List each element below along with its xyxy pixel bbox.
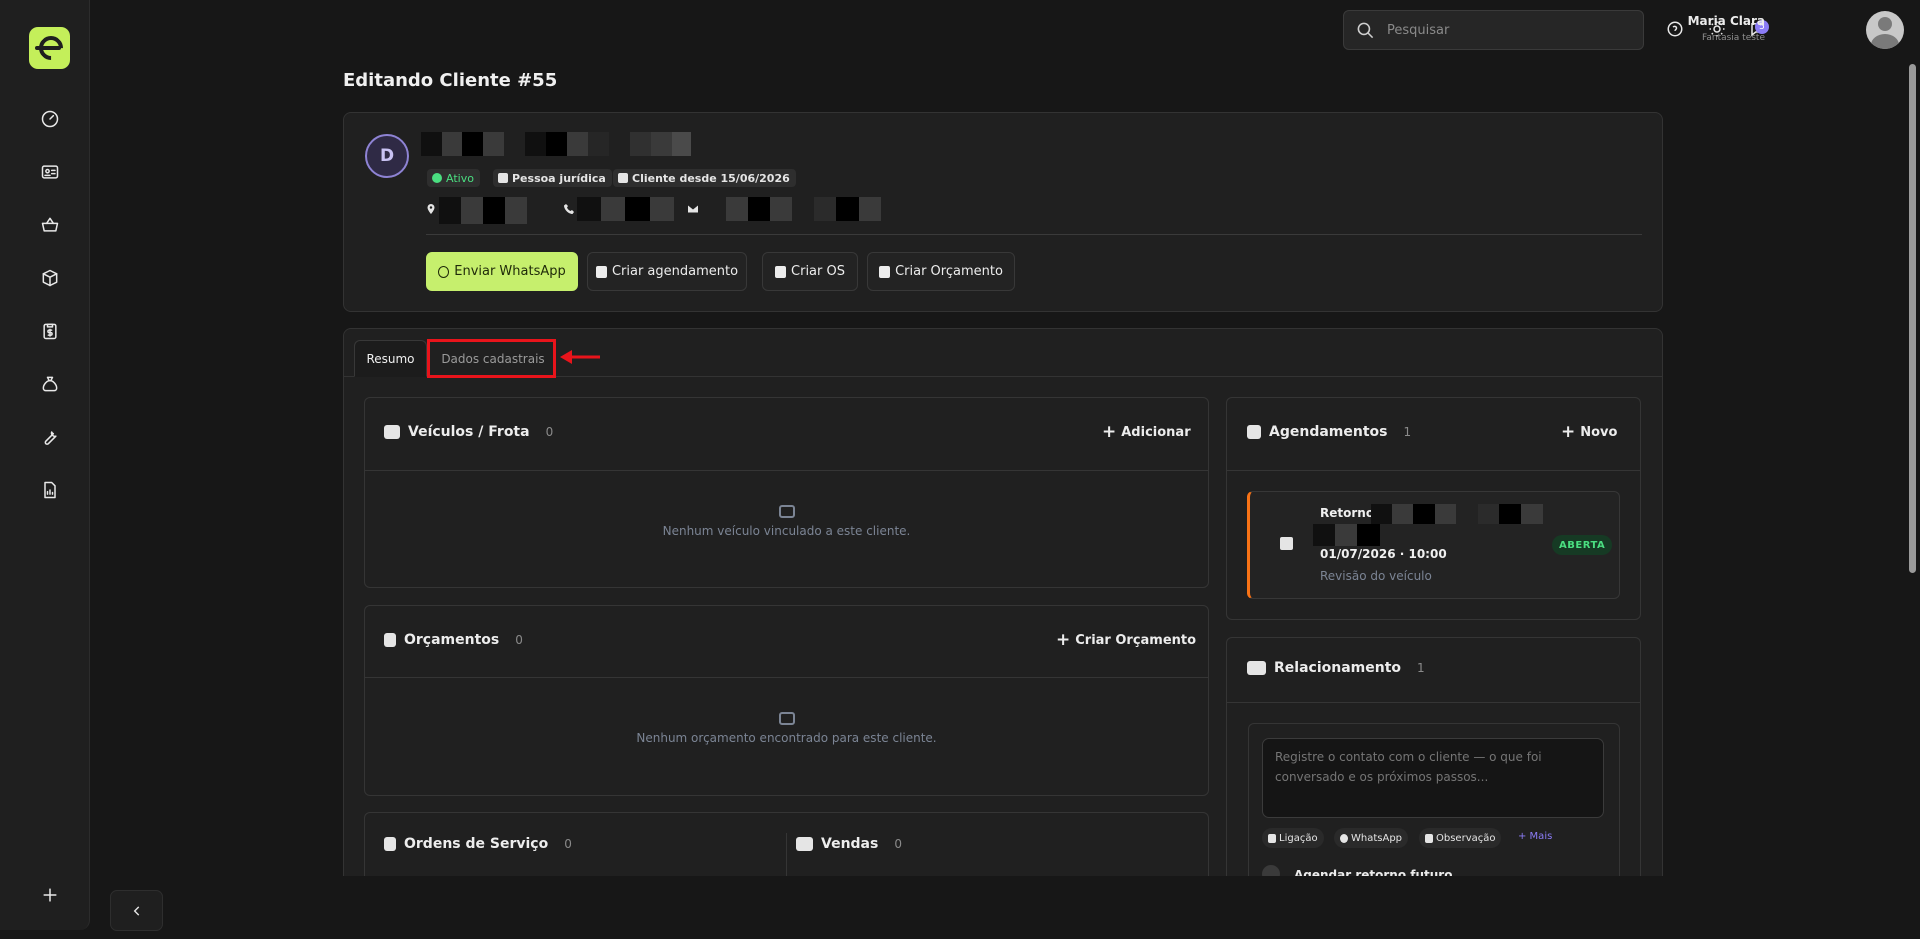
user-name[interactable]: Maria Clara — [1688, 14, 1765, 28]
clipboard-dollar-icon[interactable] — [36, 317, 64, 345]
calendar-plus-icon — [595, 265, 607, 278]
plus-icon: + — [1561, 422, 1576, 442]
appointments-header: Agendamentos 1 — [1247, 424, 1411, 440]
chevron-left-icon — [133, 905, 139, 916]
box-icon[interactable] — [36, 264, 64, 292]
whatsapp-icon — [1340, 833, 1348, 843]
clipboard-icon — [384, 837, 396, 851]
dashboard-icon[interactable] — [36, 105, 64, 133]
note-icon — [1425, 833, 1433, 843]
check-circle-icon — [432, 173, 442, 183]
document-icon — [498, 173, 508, 183]
appointment-status-badge: ABERTA — [1552, 535, 1613, 555]
more-contact-types-link[interactable]: + Mais — [1518, 831, 1552, 842]
help-icon[interactable] — [1665, 19, 1685, 39]
email-icon — [687, 200, 699, 213]
appointment-description: Revisão do veículo — [1320, 569, 1432, 583]
service-orders-header: Ordens de Serviço 0 — [384, 836, 572, 852]
clipboard-icon — [775, 265, 787, 278]
id-card-icon[interactable] — [36, 158, 64, 186]
vehicles-header: Veículos / Frota 0 — [384, 424, 553, 440]
user-company: Fantasia teste — [1702, 33, 1765, 43]
viewport-bottom-mask — [343, 876, 1663, 939]
panel-divider — [1227, 702, 1640, 703]
email-redacted — [704, 197, 881, 221]
phone-icon — [1268, 833, 1276, 843]
relationship-note-input[interactable] — [1262, 738, 1604, 818]
collapse-sidebar-button[interactable] — [110, 890, 163, 931]
calendar-icon — [1280, 537, 1293, 550]
plus-icon: + — [1102, 422, 1117, 442]
calendar-icon — [1247, 425, 1261, 439]
car-icon — [384, 425, 400, 439]
quotes-empty-state: Nenhum orçamento encontrado para este cl… — [365, 712, 1208, 745]
create-quote-link[interactable]: + Criar Orçamento — [1056, 632, 1196, 649]
divider — [426, 234, 1642, 235]
contact-type-ligacao[interactable]: Ligação — [1262, 828, 1324, 848]
relationship-header: Relacionamento 1 — [1247, 660, 1425, 676]
search-icon — [1357, 22, 1374, 38]
page-title: Editando Cliente #55 — [343, 70, 558, 91]
phone-redacted — [577, 197, 674, 221]
quotes-header: Orçamentos 0 — [384, 632, 523, 648]
basket-icon[interactable] — [36, 211, 64, 239]
sidebar — [0, 0, 90, 930]
search-input[interactable] — [1387, 22, 1627, 38]
appointment-date: 01/07/2026 · 10:00 — [1320, 547, 1447, 561]
status-badge: Ativo — [427, 169, 480, 187]
document-icon — [879, 265, 891, 278]
sales-header: Vendas 0 — [796, 836, 902, 852]
report-icon[interactable] — [36, 476, 64, 504]
cart-icon — [796, 837, 813, 851]
panel-divider — [365, 470, 1208, 471]
panel-divider — [1227, 470, 1640, 471]
client-since-badge: Cliente desde 15/06/2026 — [613, 169, 796, 187]
calendar-icon — [618, 173, 628, 183]
create-appointment-button[interactable]: Criar agendamento — [587, 252, 747, 291]
plus-icon[interactable] — [36, 881, 64, 909]
tab-resumo[interactable]: Resumo — [354, 340, 427, 377]
user-avatar[interactable] — [1866, 11, 1904, 49]
address-redacted — [439, 197, 527, 224]
appointment-subtitle-redacted — [1313, 524, 1380, 546]
plus-icon: + — [1056, 630, 1071, 650]
annotation-arrow-icon — [560, 350, 600, 364]
create-os-button[interactable]: Criar OS — [762, 252, 858, 291]
client-type-badge: Pessoa jurídica — [493, 169, 612, 187]
panel-divider — [365, 677, 1208, 678]
search-bar[interactable] — [1343, 10, 1644, 50]
vehicles-empty-state: Nenhum veículo vinculado a este cliente. — [365, 505, 1208, 538]
whatsapp-icon — [438, 265, 450, 278]
wrench-icon[interactable] — [36, 423, 64, 451]
client-avatar: D — [365, 134, 409, 178]
send-whatsapp-button[interactable]: Enviar WhatsApp — [426, 252, 578, 291]
add-vehicle-button[interactable]: + Adicionar — [1102, 424, 1191, 441]
annotation-highlight-box — [427, 339, 556, 378]
comments-icon — [1247, 661, 1266, 675]
contact-type-whatsapp[interactable]: WhatsApp — [1334, 828, 1409, 848]
document-icon — [384, 633, 396, 647]
phone-icon — [563, 200, 575, 214]
create-quote-button[interactable]: Criar Orçamento — [867, 252, 1015, 291]
appointment-title-redacted — [1371, 504, 1543, 524]
money-bag-icon[interactable] — [36, 370, 64, 398]
location-pin-icon — [425, 200, 437, 214]
new-appointment-button[interactable]: + Novo — [1561, 424, 1617, 441]
inbox-icon — [778, 505, 795, 518]
contact-type-observacao[interactable]: Observação — [1419, 828, 1502, 848]
app-logo[interactable] — [29, 27, 70, 69]
page-scrollbar[interactable] — [1909, 64, 1916, 573]
inbox-icon — [778, 712, 795, 725]
client-name-redacted — [421, 132, 711, 156]
